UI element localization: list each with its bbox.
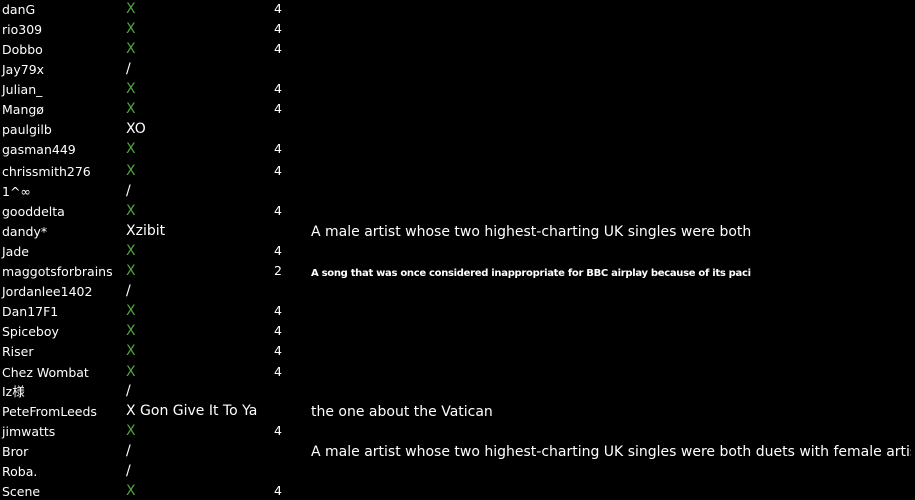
- player-name: Scene: [2, 484, 41, 499]
- table-row: maggotsforbrains X 2 A song that was once c…: [0, 262, 915, 282]
- player-name: rio309: [2, 22, 43, 37]
- score-value: 4: [274, 81, 282, 96]
- answer-note: A song that was once considered inapprop…: [311, 268, 751, 279]
- score-value: 4: [274, 41, 282, 56]
- score-value: 4: [274, 163, 282, 178]
- player-name: PeteFromLeeds: [2, 404, 97, 419]
- score-value: 4: [274, 364, 282, 379]
- table-row: Jade X 4: [0, 242, 915, 262]
- correct-mark: X: [126, 163, 136, 179]
- player-name: Jay79x: [2, 62, 45, 77]
- correct-mark: X: [126, 41, 136, 57]
- table-row: Dobbo X 4: [0, 40, 915, 60]
- scoreboard: danG X 4 rio309 X 4 Dobbo X 4 Jay79x / Julian_ X 4 Man…: [0, 0, 915, 500]
- table-row: dandy* Xzibit A male artist whose two high…: [0, 222, 915, 242]
- score-value: 4: [274, 21, 282, 36]
- answer-text: /: [126, 463, 131, 479]
- score-value: 4: [274, 343, 282, 358]
- answer-text: /: [126, 61, 131, 77]
- correct-mark: X: [126, 101, 136, 117]
- table-row: jimwatts X 4: [0, 422, 915, 442]
- table-row: Spiceboy X 4: [0, 322, 915, 342]
- player-name: Dobbo: [2, 42, 43, 57]
- table-row: 1^∞ /: [0, 182, 915, 202]
- answer-text: Xzibit: [126, 223, 166, 239]
- table-row: danG X 4: [0, 0, 915, 20]
- answer-text: XO: [126, 121, 146, 137]
- correct-mark: X: [126, 323, 136, 339]
- player-name: dandy*: [2, 224, 48, 239]
- table-row: Dan17F1 X 4: [0, 302, 915, 322]
- table-row: Mangø X 4: [0, 100, 915, 120]
- player-name: chrissmith276: [2, 164, 91, 179]
- player-name: gasman449: [2, 142, 76, 157]
- table-row: Julian_ X 4: [0, 80, 915, 100]
- score-value: 4: [274, 423, 282, 438]
- table-row: Bror / A male artist whose two highest-cha…: [0, 442, 915, 462]
- score-value: 4: [274, 323, 282, 338]
- table-row: chrissmith276 X 4: [0, 162, 915, 182]
- player-name: maggotsforbrains: [2, 264, 113, 279]
- correct-mark: X: [126, 1, 136, 17]
- score-value: 4: [274, 243, 282, 258]
- correct-mark: X: [126, 21, 136, 37]
- score-value: 4: [274, 101, 282, 116]
- player-name: Roba.: [2, 464, 38, 479]
- score-value: 4: [274, 483, 282, 498]
- table-row: Scene X 4: [0, 482, 915, 500]
- correct-mark: X: [126, 303, 136, 319]
- score-value: 2: [274, 263, 282, 278]
- player-name: danG: [2, 2, 36, 17]
- player-name: Bror: [2, 444, 29, 459]
- correct-mark: X: [126, 364, 136, 380]
- table-row: PeteFromLeeds X Gon Give It To Ya the one …: [0, 402, 915, 422]
- answer-text: /: [126, 443, 131, 459]
- player-name: Iz様: [2, 384, 25, 399]
- player-name: Chez Wombat: [2, 365, 89, 380]
- score-value: 4: [274, 141, 282, 156]
- correct-mark: X: [126, 81, 136, 97]
- correct-mark: X: [126, 243, 136, 259]
- player-name: Jordanlee1402: [2, 284, 93, 299]
- table-row: rio309 X 4: [0, 20, 915, 40]
- table-row: Jay79x /: [0, 60, 915, 80]
- table-row: paulgilb XO: [0, 120, 915, 140]
- player-name: jimwatts: [2, 424, 56, 439]
- correct-mark: X: [126, 343, 136, 359]
- table-row: Roba. /: [0, 462, 915, 482]
- player-name: gooddelta: [2, 204, 65, 219]
- table-row: Iz様 /: [0, 382, 915, 402]
- player-name: Riser: [2, 344, 34, 359]
- table-row: Chez Wombat X 4: [0, 363, 915, 383]
- answer-text: /: [126, 383, 131, 399]
- correct-mark: X: [126, 423, 136, 439]
- player-name: Julian_: [2, 82, 43, 97]
- correct-mark: X: [126, 141, 136, 157]
- score-value: 4: [274, 203, 282, 218]
- player-name: Dan17F1: [2, 304, 59, 319]
- table-row: Riser X 4: [0, 342, 915, 362]
- player-name: 1^∞: [2, 184, 31, 199]
- table-row: gooddelta X 4: [0, 202, 915, 222]
- player-name: paulgilb: [2, 122, 52, 137]
- correct-mark: X: [126, 263, 136, 279]
- answer-note: the one about the Vatican: [311, 404, 493, 420]
- player-name: Mangø: [2, 102, 44, 117]
- answer-text: /: [126, 183, 131, 199]
- answer-note: A male artist whose two highest-charting…: [311, 224, 751, 240]
- player-name: Jade: [2, 244, 29, 259]
- correct-mark: X: [126, 203, 136, 219]
- score-value: 4: [274, 303, 282, 318]
- correct-mark: X: [126, 483, 136, 499]
- table-row: gasman449 X 4: [0, 140, 915, 160]
- player-name: Spiceboy: [2, 324, 59, 339]
- table-row: Jordanlee1402 /: [0, 282, 915, 302]
- answer-text: /: [126, 283, 131, 299]
- answer-note: A male artist whose two highest-charting…: [311, 444, 911, 460]
- score-value: 4: [274, 1, 282, 16]
- answer-text: X Gon Give It To Ya: [126, 403, 258, 419]
